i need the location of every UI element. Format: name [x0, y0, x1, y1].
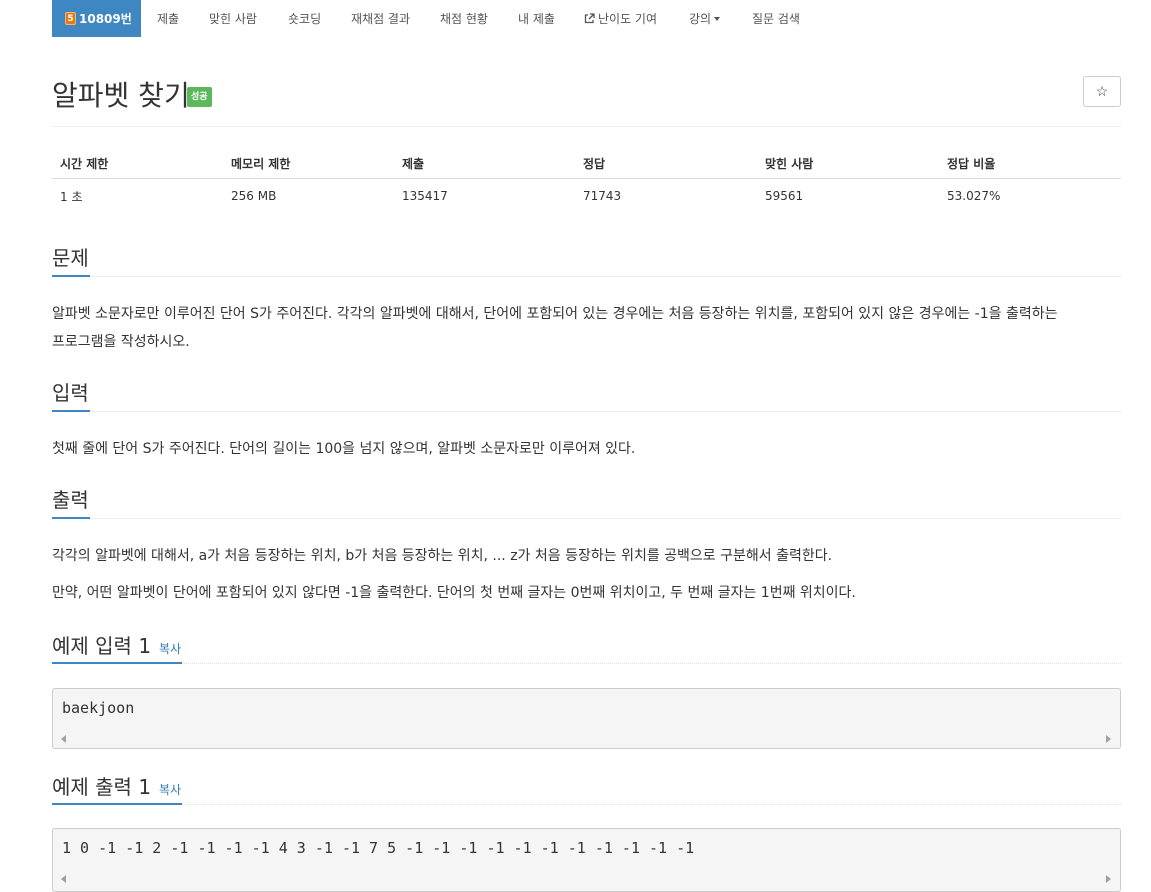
- nav-short-coding[interactable]: 숏코딩: [288, 0, 321, 37]
- section-divider: [52, 804, 1121, 805]
- nav-lectures-label: 강의: [689, 12, 712, 26]
- copy-sample-input-link[interactable]: 복사: [159, 642, 181, 656]
- scroll-left-arrow-icon[interactable]: [61, 875, 66, 883]
- table-cell: 53.027%: [947, 189, 1001, 203]
- status-badge: 성공: [187, 87, 212, 107]
- nav-difficulty-contribution[interactable]: 난이도 기여: [584, 0, 657, 37]
- problem-nav: 5 10809번 제출 맞힌 사람 숏코딩 재채점 결과 채점 현황 내 제출 …: [0, 0, 1151, 37]
- section-divider: [52, 411, 1121, 412]
- table-header-cell: 맞힌 사람: [765, 156, 814, 171]
- description-text-line: 프로그램을 작성하시오.: [52, 334, 190, 350]
- section-divider: [52, 663, 1121, 664]
- nav-judge-status[interactable]: 채점 현황: [440, 0, 488, 37]
- sample-input-code: baekjoon: [62, 699, 135, 717]
- section-underline: [52, 662, 182, 664]
- scroll-right-arrow-icon[interactable]: [1106, 735, 1111, 743]
- sample-input-code-block: baekjoon: [52, 688, 1121, 749]
- section-title-sample-output: 예제 출력 1 복사: [52, 771, 181, 800]
- section-divider: [52, 518, 1121, 519]
- section-underline: [52, 517, 90, 519]
- favorite-star-button[interactable]: ☆: [1083, 76, 1121, 107]
- nav-lectures-dropdown[interactable]: 강의: [689, 0, 721, 37]
- sample-output-code-block: 1 0 -1 -1 2 -1 -1 -1 -1 4 3 -1 -1 7 5 -1…: [52, 828, 1121, 892]
- table-header-cell: 제출: [402, 156, 425, 171]
- section-underline: [52, 410, 90, 412]
- sample-output-code: 1 0 -1 -1 2 -1 -1 -1 -1 4 3 -1 -1 7 5 -1…: [62, 839, 695, 857]
- nav-accepted-users[interactable]: 맞힌 사람: [209, 0, 257, 37]
- nav-rejudge-results[interactable]: 재채점 결과: [351, 0, 410, 37]
- sample-input-title: 예제 입력 1: [52, 634, 152, 658]
- input-text: 첫째 줄에 단어 S가 주어진다. 단어의 길이는 100을 넘지 않으며, 알…: [52, 441, 636, 457]
- table-header-cell: 메모리 제한: [231, 156, 291, 171]
- nav-problem-number-label: 10809번: [79, 12, 132, 26]
- section-divider: [52, 276, 1121, 277]
- section-underline: [52, 803, 182, 805]
- scroll-right-arrow-icon[interactable]: [1106, 875, 1111, 883]
- nav-problem-number[interactable]: 5 10809번: [52, 0, 141, 37]
- table-header-cell: 시간 제한: [60, 156, 109, 171]
- section-title-input: 입력: [52, 381, 89, 405]
- caret-down-icon: [714, 16, 721, 21]
- nav-my-submissions[interactable]: 내 제출: [518, 0, 555, 37]
- description-text-line: 알파벳 소문자로만 이루어진 단어 S가 주어진다. 각각의 알파벳에 대해서,…: [52, 306, 1058, 322]
- horizontal-scrollbar[interactable]: [53, 731, 1120, 748]
- divider: [52, 126, 1121, 127]
- section-underline: [52, 275, 90, 277]
- section-title-output: 출력: [52, 488, 89, 512]
- table-cell: 135417: [402, 189, 448, 203]
- sample-output-title: 예제 출력 1: [52, 775, 152, 799]
- scroll-left-arrow-icon[interactable]: [61, 735, 66, 743]
- section-title-description: 문제: [52, 246, 89, 270]
- page: 5 10809번 제출 맞힌 사람 숏코딩 재채점 결과 채점 현황 내 제출 …: [0, 0, 1151, 892]
- nav-difficulty-label: 난이도 기여: [598, 12, 658, 26]
- page-title: 알파벳 찾기: [52, 79, 190, 112]
- copy-sample-output-link[interactable]: 복사: [159, 783, 181, 797]
- tier-icon: 5: [65, 12, 76, 25]
- horizontal-scrollbar[interactable]: [53, 871, 1120, 888]
- table-header-cell: 정답 비율: [947, 156, 996, 171]
- table-cell: 256 MB: [231, 189, 277, 203]
- table-header-cell: 정답: [583, 156, 606, 171]
- star-icon: ☆: [1095, 83, 1109, 99]
- nav-submit[interactable]: 제출: [157, 0, 179, 37]
- output-text: 만약, 어떤 알파벳이 단어에 포함되어 있지 않다면 -1을 출력한다. 단어…: [52, 585, 856, 601]
- table-cell: 59561: [765, 189, 804, 203]
- section-title-sample-input: 예제 입력 1 복사: [52, 630, 181, 659]
- table-row: 1 초 256 MB 135417 71743 59561 53.027%: [52, 180, 1121, 212]
- table-header-row: 시간 제한 메모리 제한 제출 정답 맞힌 사람 정답 비율: [52, 147, 1121, 179]
- nav-question-search[interactable]: 질문 검색: [752, 0, 800, 37]
- output-text: 각각의 알파벳에 대해서, a가 처음 등장하는 위치, b가 처음 등장하는 …: [52, 548, 833, 564]
- table-cell: 1 초: [60, 189, 83, 204]
- table-cell: 71743: [583, 189, 622, 203]
- external-link-icon: [584, 13, 595, 24]
